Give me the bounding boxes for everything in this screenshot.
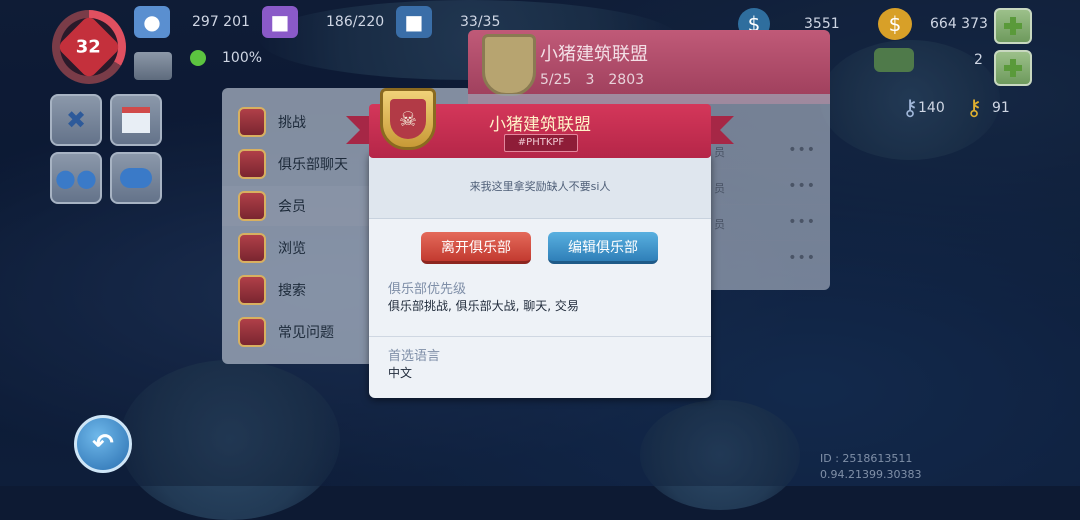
priority-label: 俱乐部优先级 [388, 282, 467, 297]
calendar-button[interactable] [110, 94, 162, 146]
towers-count: 3 [585, 72, 595, 88]
back-arrow-icon: ↶ [92, 429, 114, 459]
club-name-bg: 小猪建筑联盟 [540, 44, 648, 65]
back-button[interactable]: ↶ [74, 415, 132, 473]
priority-value: 俱乐部挑战, 俱乐部大战, 聊天, 交易 [388, 299, 579, 313]
menu-item-browse[interactable]: 浏览 [238, 228, 306, 268]
club-stats: 5/25 3 2803 [540, 72, 644, 88]
coin-icon: $ [878, 8, 912, 40]
menu-item-club-chat[interactable]: 俱乐部聊天 [238, 144, 348, 184]
leave-club-button[interactable]: 离开俱乐部 [421, 232, 531, 264]
storage-counter[interactable]: ■ 186/220 [262, 6, 384, 38]
club-description: 来我这里拿奖励缺人不要si人 [469, 180, 611, 193]
menu-item-search[interactable]: 搜索 [238, 270, 306, 310]
skull-icon: ☠ [399, 107, 417, 131]
coins-counter: $ 664 373 [878, 8, 988, 40]
vip-icon [134, 52, 172, 80]
add-coins-button[interactable] [994, 8, 1032, 44]
platinum-keys-counter: ⚷ 140 [892, 92, 945, 124]
items-icon: ■ [396, 6, 432, 38]
version-text: 0.94.21399.30383 [820, 468, 922, 481]
chest-icon [238, 107, 266, 137]
list-icon [238, 233, 266, 263]
build-tools-button[interactable]: ✖ [50, 94, 102, 146]
level-badge[interactable]: 32 [52, 10, 126, 84]
members-count: 5/25 [540, 72, 572, 88]
language-label: 首选语言 [388, 349, 441, 364]
happiness-icon [190, 50, 206, 66]
club-info-dialog: 来我这里拿奖励缺人不要si人 离开俱乐部 编辑俱乐部 俱乐部优先级 俱乐部挑战,… [369, 152, 711, 398]
menu-item-faq[interactable]: 常见问题 [238, 312, 334, 352]
more-options-icon[interactable]: ••• [788, 178, 816, 194]
add-banknotes-button[interactable] [994, 50, 1032, 86]
more-options-icon[interactable]: ••• [788, 142, 816, 158]
gamepad-icon [120, 168, 152, 188]
storage-icon: ■ [262, 6, 298, 38]
wrench-icon: ✖ [65, 106, 87, 134]
club-shield-icon [482, 34, 536, 96]
footer-info: ID : 2518613511 0.94.21399.30383 [820, 451, 921, 483]
search-icon [238, 275, 266, 305]
book-icon [238, 317, 266, 347]
gold-keys-counter: ⚷ 91 [956, 92, 1010, 124]
more-options-icon[interactable]: ••• [788, 250, 816, 266]
friends-icon: ●● [55, 164, 97, 192]
club-description-area: 来我这里拿奖励缺人不要si人 [369, 152, 711, 219]
friends-button[interactable]: ●● [50, 152, 102, 204]
gold-key-icon: ⚷ [965, 95, 983, 121]
banknote-icon [874, 48, 914, 72]
edit-club-button[interactable]: 编辑俱乐部 [548, 232, 658, 264]
more-options-icon[interactable]: ••• [788, 214, 816, 230]
menu-item-challenge[interactable]: 挑战 [238, 102, 306, 142]
chat-icon [238, 149, 266, 179]
divider [369, 336, 711, 337]
population-icon: ● [134, 6, 170, 38]
bank-icon [238, 191, 266, 221]
calendar-icon [122, 107, 150, 133]
games-button[interactable] [110, 152, 162, 204]
language-value: 中文 [388, 366, 413, 380]
happiness-counter: 100% [190, 50, 262, 66]
club-header-bg: 小猪建筑联盟 5/25 3 2803 [468, 30, 830, 104]
population-counter: ● 297 201 [134, 6, 250, 38]
level-number: 32 [76, 36, 102, 58]
club-points: 2803 [608, 72, 645, 88]
golden-keys-counter: 2 [874, 48, 983, 72]
club-tag: #PHTKPF [504, 134, 578, 152]
club-emblem: ☠ [380, 88, 436, 150]
player-id: ID : 2518613511 [820, 452, 913, 465]
